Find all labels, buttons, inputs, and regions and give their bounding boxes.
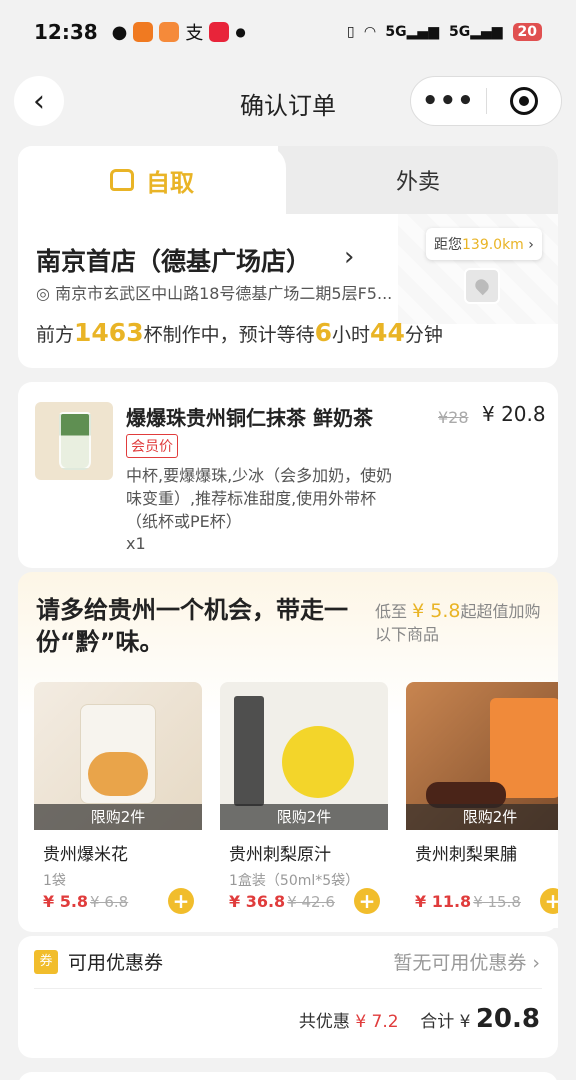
coupon-icon: 券 xyxy=(34,950,58,974)
addon-good-card[interactable]: 限购2件 贵州爆米花 1袋 ¥ 5.8 ¥ 6.8 + xyxy=(34,682,202,928)
good-name: 贵州刺梨原汁 xyxy=(229,845,331,865)
distance-prefix: 距您 xyxy=(434,237,462,253)
distance-bubble: 距您139.0km › xyxy=(426,228,542,260)
nav-bar: ‹ 确认订单 ••• xyxy=(0,70,576,134)
good-name: 贵州爆米花 xyxy=(43,845,128,865)
limit-label: 限购2件 xyxy=(34,804,202,830)
more-button[interactable]: ••• xyxy=(411,86,486,116)
promo-subtitle: 低至 ¥ 5.8起超值加购以下商品 xyxy=(375,600,545,646)
add-button[interactable]: + xyxy=(354,888,380,914)
status-time: 12:38 xyxy=(34,20,98,44)
store-address-text: 南京市玄武区中山路18号德基广场二期5层F5... xyxy=(55,284,393,303)
discount-label: 共优惠 xyxy=(298,1012,350,1032)
status-app-icons: ● 支 ● xyxy=(112,19,246,45)
good-spec: 1袋 xyxy=(43,873,66,889)
store-card: 外卖 自取 距您139.0km › 南京首店（德基广场店） › ◎ 南京市玄武区… xyxy=(18,146,558,368)
vibrate-icon: ▯ xyxy=(346,24,355,40)
good-spec: 1盒装（50ml*5袋） xyxy=(229,873,360,889)
store-address: ◎ 南京市玄武区中山路18号德基广场二期5层F5... xyxy=(36,280,416,304)
mini-program-capsule: ••• xyxy=(410,76,562,126)
wait-hours: 6 xyxy=(314,318,333,347)
queue-count: 1463 xyxy=(74,318,144,347)
battery-icon: 20 xyxy=(512,23,542,41)
add-button[interactable]: + xyxy=(540,888,558,914)
coupon-status[interactable]: 暂无可用优惠券 › xyxy=(393,948,540,975)
distance-value: 139.0km xyxy=(462,237,524,253)
good-price: ¥ 11.8 ¥ 15.8 xyxy=(415,892,521,911)
product-card: 爆爆珠贵州铜仁抹茶 鲜奶茶 ¥28 ¥ 20.8 会员价 中杯,要爆爆珠,少冰（… xyxy=(18,382,558,568)
member-price-tag: 会员价 xyxy=(126,434,178,458)
total-label: 合计 xyxy=(420,1012,455,1032)
app-orange2-icon xyxy=(159,22,180,42)
queue-info: 前方1463杯制作中，预计等待6小时44分钟 xyxy=(36,318,443,347)
wait-minutes: 44 xyxy=(370,318,405,347)
product-original-price: ¥28 xyxy=(438,408,469,427)
tab-pickup[interactable]: 自取 xyxy=(18,146,286,214)
product-price: ¥ 20.8 xyxy=(482,402,546,426)
total-currency: ¥ xyxy=(459,1012,471,1032)
promo-sub-price: ¥ 5.8 xyxy=(412,600,461,622)
good-old-price: ¥ 42.6 xyxy=(287,893,335,911)
wifi-icon: ◠ xyxy=(364,24,376,40)
product-quantity: x1 xyxy=(126,534,146,553)
tab-delivery[interactable]: 外卖 xyxy=(278,146,558,214)
target-icon xyxy=(509,87,538,115)
next-card-edge xyxy=(18,1072,558,1080)
minutes-unit: 分钟 xyxy=(404,324,443,346)
alipay-icon: 支 xyxy=(185,23,204,44)
product-spec: 中杯,要爆爆珠,少冰（会多加奶，使奶味变重）,推荐标准甜度,使用外带杯（纸杯或P… xyxy=(126,466,393,531)
location-icon: ◎ xyxy=(36,284,50,303)
addon-promo-card: 请多给贵州一个机会，带走一份“黔”味。 低至 ¥ 5.8起超值加购以下商品 限购… xyxy=(18,572,558,932)
product-name: 爆爆珠贵州铜仁抹茶 鲜奶茶 xyxy=(126,406,373,430)
coupon-card: 券 可用优惠券 暂无可用优惠券 › 共优惠 ¥ 7.2 合计 ¥ 20.8 xyxy=(18,936,558,1058)
divider xyxy=(34,988,542,989)
xiaohongshu-icon xyxy=(209,22,230,42)
addon-good-card[interactable]: 限购2件 贵州刺梨果脯 ¥ 11.8 ¥ 15.8 + xyxy=(406,682,558,928)
signal-5g-icon: 5G▂▄▆ xyxy=(385,24,439,40)
status-bar: 12:38 ● 支 ● ▯ ◠ 5G▂▄▆ 5G▂▄▆ 20 xyxy=(0,0,576,64)
good-name: 贵州刺梨果脯 xyxy=(415,845,517,865)
status-right: ▯ ◠ 5G▂▄▆ 5G▂▄▆ 20 xyxy=(347,23,542,41)
chevron-right-icon[interactable]: › xyxy=(344,242,354,272)
app-orange-icon xyxy=(133,22,154,42)
total-amount: 20.8 xyxy=(475,1004,540,1034)
hours-unit: 小时 xyxy=(332,324,371,346)
map-pin-icon xyxy=(464,268,500,304)
good-old-price: ¥ 15.8 xyxy=(473,893,521,911)
wechat-icon: ● xyxy=(111,21,128,43)
tab-pickup-label: 自取 xyxy=(146,168,194,197)
order-totals: 共优惠 ¥ 7.2 合计 ¥ 20.8 xyxy=(299,1004,540,1034)
coupon-label[interactable]: 可用优惠券 xyxy=(68,948,163,975)
notification-dot-icon: ● xyxy=(235,25,246,39)
add-button[interactable]: + xyxy=(168,888,194,914)
store-name[interactable]: 南京首店（德基广场店） xyxy=(36,242,311,278)
good-price: ¥ 5.8 ¥ 6.8 xyxy=(43,892,129,911)
matcha-cup-icon xyxy=(59,412,91,470)
addon-goods-list[interactable]: 限购2件 贵州爆米花 1袋 ¥ 5.8 ¥ 6.8 + 限购2件 贵州刺梨原汁 1… xyxy=(34,682,558,928)
store-pickup-icon xyxy=(110,169,134,191)
queue-prefix: 前方 xyxy=(36,324,75,346)
limit-label: 限购2件 xyxy=(406,804,558,830)
order-type-tabs: 外卖 自取 xyxy=(18,146,558,214)
discount-amount: ¥ 7.2 xyxy=(355,1012,399,1032)
signal-5g-icon-2: 5G▂▄▆ xyxy=(448,24,503,40)
close-mini-program-button[interactable] xyxy=(487,87,562,115)
tab-delivery-label: 外卖 xyxy=(395,170,440,195)
good-price: ¥ 36.8 ¥ 42.6 xyxy=(229,892,335,911)
promo-title: 请多给贵州一个机会，带走一份“黔”味。 xyxy=(36,596,348,656)
promo-sub-prefix: 低至 xyxy=(375,602,408,621)
limit-label: 限购2件 xyxy=(220,804,388,830)
queue-mid: 杯制作中，预计等待 xyxy=(143,324,315,346)
good-old-price: ¥ 6.8 xyxy=(90,893,129,911)
product-image xyxy=(35,402,113,480)
addon-good-card[interactable]: 限购2件 贵州刺梨原汁 1盒装（50ml*5袋） ¥ 36.8 ¥ 42.6 + xyxy=(220,682,388,928)
